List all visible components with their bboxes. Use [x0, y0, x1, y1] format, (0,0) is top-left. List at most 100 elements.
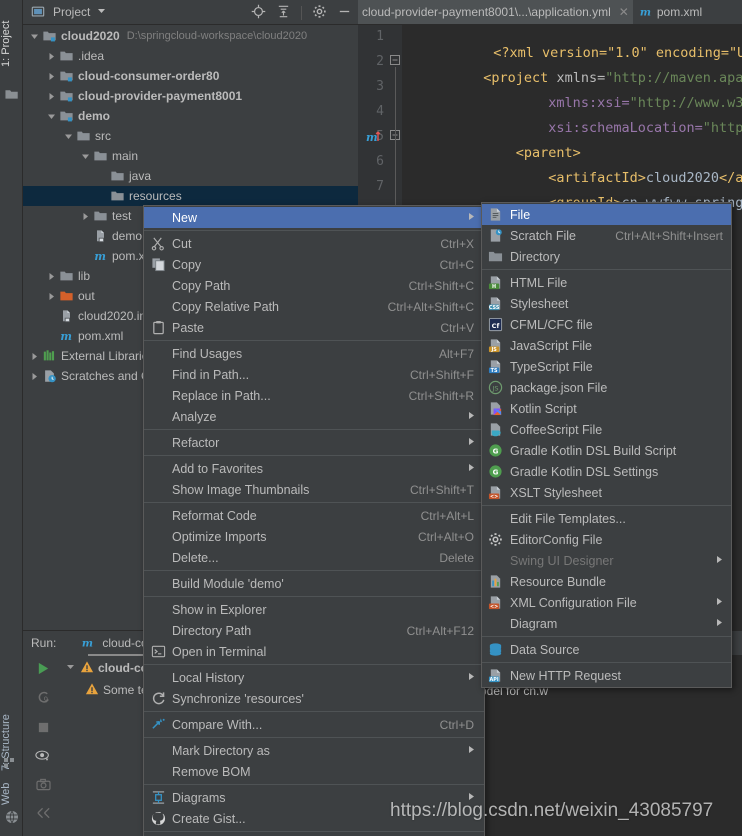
new-submenu-item[interactable]: <> XSLT Stylesheet — [482, 482, 731, 503]
new-submenu-item[interactable]: CoffeeScript File — [482, 419, 731, 440]
run-icon[interactable] — [36, 661, 51, 679]
context-menu-item[interactable]: Copy Ctrl+C — [144, 254, 484, 275]
new-submenu-item[interactable]: H HTML File — [482, 272, 731, 293]
project-tree-row[interactable]: resources — [23, 186, 358, 206]
project-tree-row[interactable]: demo — [23, 106, 358, 126]
chevron-down-icon[interactable] — [63, 131, 74, 142]
chevron-right-icon[interactable] — [46, 291, 57, 302]
rerun-failed-icon[interactable]: 9 — [36, 691, 51, 709]
context-menu-item[interactable]: Reformat Code Ctrl+Alt+L — [144, 505, 484, 526]
editor-tab-pom-xml[interactable]: m pom.xml — [633, 0, 706, 24]
editor-tab-application-yml[interactable]: cloud-provider-payment8001\...\applicati… — [338, 0, 633, 24]
new-submenu-item[interactable]: Scratch File Ctrl+Alt+Shift+Insert — [482, 225, 731, 246]
context-menu-item[interactable]: Copy Relative Path Ctrl+Alt+Shift+C — [144, 296, 484, 317]
context-menu-item[interactable]: Compare With... Ctrl+D — [144, 714, 484, 735]
toolbar-divider — [301, 5, 302, 20]
new-submenu-item[interactable]: Edit File Templates... — [482, 508, 731, 529]
hide-icon[interactable] — [337, 4, 352, 22]
menu-item-label: Directory Path — [172, 623, 252, 638]
chevron-down-icon[interactable] — [96, 5, 107, 19]
new-submenu-item[interactable]: CSS Stylesheet — [482, 293, 731, 314]
context-menu-item[interactable]: Directory Path Ctrl+Alt+F12 — [144, 620, 484, 641]
submenu-arrow-icon — [715, 554, 724, 568]
globe-icon[interactable] — [5, 810, 18, 824]
new-submenu-item[interactable]: Diagram — [482, 613, 731, 634]
new-submenu-item[interactable]: G Gradle Kotlin DSL Settings — [482, 461, 731, 482]
context-menu-item[interactable]: New — [144, 207, 484, 228]
new-submenu-item[interactable]: File — [482, 204, 731, 225]
context-menu-item[interactable]: Replace in Path... Ctrl+Shift+R — [144, 385, 484, 406]
context-menu-item[interactable]: Open in Terminal — [144, 641, 484, 662]
chevron-right-icon[interactable] — [46, 271, 57, 282]
new-submenu-item[interactable]: G Gradle Kotlin DSL Build Script — [482, 440, 731, 461]
chevron-down-icon[interactable] — [80, 151, 91, 162]
camera-icon[interactable] — [35, 778, 51, 794]
context-menu-item[interactable]: Refactor — [144, 432, 484, 453]
gear-icon[interactable] — [312, 4, 327, 22]
watermark-text: https://blog.csdn.net/weixin_43085797 — [390, 800, 714, 821]
context-menu-item[interactable]: Cut Ctrl+X — [144, 233, 484, 254]
new-submenu[interactable]: File Scratch File Ctrl+Alt+Shift+Insert Dir… — [481, 202, 732, 688]
close-icon[interactable]: ✕ — [619, 5, 629, 19]
chevron-right-icon[interactable] — [29, 371, 40, 382]
project-tree-row[interactable]: cloud-provider-payment8001 — [23, 86, 358, 106]
chevron-right-icon[interactable] — [46, 91, 57, 102]
project-tree-row[interactable]: main — [23, 146, 358, 166]
context-menu-item[interactable]: Copy Path Ctrl+Shift+C — [144, 275, 484, 296]
menu-item-shortcut: Ctrl+Alt+L — [420, 508, 474, 523]
context-menu-item[interactable]: Analyze — [144, 406, 484, 427]
new-submenu-item[interactable]: TS TypeScript File — [482, 356, 731, 377]
maven-reimport-icon[interactable]: m — [366, 130, 382, 150]
context-menu-item[interactable]: Show Image Thumbnails Ctrl+Shift+T — [144, 479, 484, 500]
context-menu-item[interactable]: Show in Explorer — [144, 599, 484, 620]
chevron-right-icon[interactable] — [46, 51, 57, 62]
context-menu-item[interactable]: Local History — [144, 667, 484, 688]
chevron-right-icon[interactable] — [80, 211, 91, 222]
menu-item-label: Show in Explorer — [172, 602, 267, 617]
folder-icon[interactable] — [5, 88, 18, 100]
context-menu-item[interactable]: Remove BOM — [144, 761, 484, 782]
chevron-down-icon[interactable] — [29, 31, 40, 42]
project-tree-row[interactable]: src — [23, 126, 358, 146]
context-menu-item[interactable]: Delete... Delete — [144, 547, 484, 568]
project-tree-row[interactable]: .idea — [23, 46, 358, 66]
project-tree-row[interactable]: java — [23, 166, 358, 186]
new-submenu-item[interactable]: Data Source — [482, 639, 731, 660]
new-submenu-item[interactable]: JS package.json File — [482, 377, 731, 398]
new-submenu-item[interactable]: EditorConfig File — [482, 529, 731, 550]
menu-item-shortcut: Ctrl+Shift+R — [408, 388, 474, 403]
locate-icon[interactable] — [251, 4, 266, 22]
chevron-down-icon[interactable] — [65, 661, 76, 675]
menu-separator — [482, 662, 731, 663]
context-menu-item[interactable]: Optimize Imports Ctrl+Alt+O — [144, 526, 484, 547]
context-menu-item[interactable]: Find in Path... Ctrl+Shift+F — [144, 364, 484, 385]
project-tree-row[interactable]: cloud2020 D:\springcloud-workspace\cloud2… — [23, 26, 358, 46]
new-submenu-item[interactable]: Kotlin Script — [482, 398, 731, 419]
expand-icon[interactable] — [36, 806, 51, 823]
resource-bundle-icon — [488, 574, 504, 589]
context-menu-item[interactable]: Mark Directory as — [144, 740, 484, 761]
context-menu-item[interactable]: Build Module 'demo' — [144, 573, 484, 594]
structure-icon[interactable] — [4, 756, 17, 768]
chevron-right-icon[interactable] — [46, 71, 57, 82]
project-tree-row[interactable]: cloud-consumer-order80 — [23, 66, 358, 86]
stop-icon[interactable] — [37, 721, 50, 737]
tool-tab-project[interactable]: 1: Project — [0, 8, 23, 80]
new-submenu-item[interactable]: Directory — [482, 246, 731, 267]
context-menu[interactable]: New Cut Ctrl+X Copy Ctrl+C Copy Path Ctrl+Shif… — [143, 205, 485, 836]
chevron-down-icon[interactable] — [46, 111, 57, 122]
new-submenu-item[interactable]: Resource Bundle — [482, 571, 731, 592]
new-submenu-item[interactable]: Cf CFML/CFC file — [482, 314, 731, 335]
chevron-right-icon[interactable] — [29, 351, 40, 362]
new-submenu-item[interactable]: JS JavaScript File — [482, 335, 731, 356]
context-menu-item[interactable]: Find Usages Alt+F7 — [144, 343, 484, 364]
watch-icon[interactable] — [35, 749, 51, 766]
menu-item-label: Gradle Kotlin DSL Settings — [510, 464, 659, 479]
new-submenu-item[interactable]: <> XML Configuration File — [482, 592, 731, 613]
collapse-all-icon[interactable] — [276, 4, 291, 22]
context-menu-item[interactable]: Synchronize 'resources' — [144, 688, 484, 709]
warning-icon — [85, 682, 99, 699]
context-menu-item[interactable]: Paste Ctrl+V — [144, 317, 484, 338]
context-menu-item[interactable]: Add to Favorites — [144, 458, 484, 479]
new-submenu-item[interactable]: API New HTTP Request — [482, 665, 731, 686]
